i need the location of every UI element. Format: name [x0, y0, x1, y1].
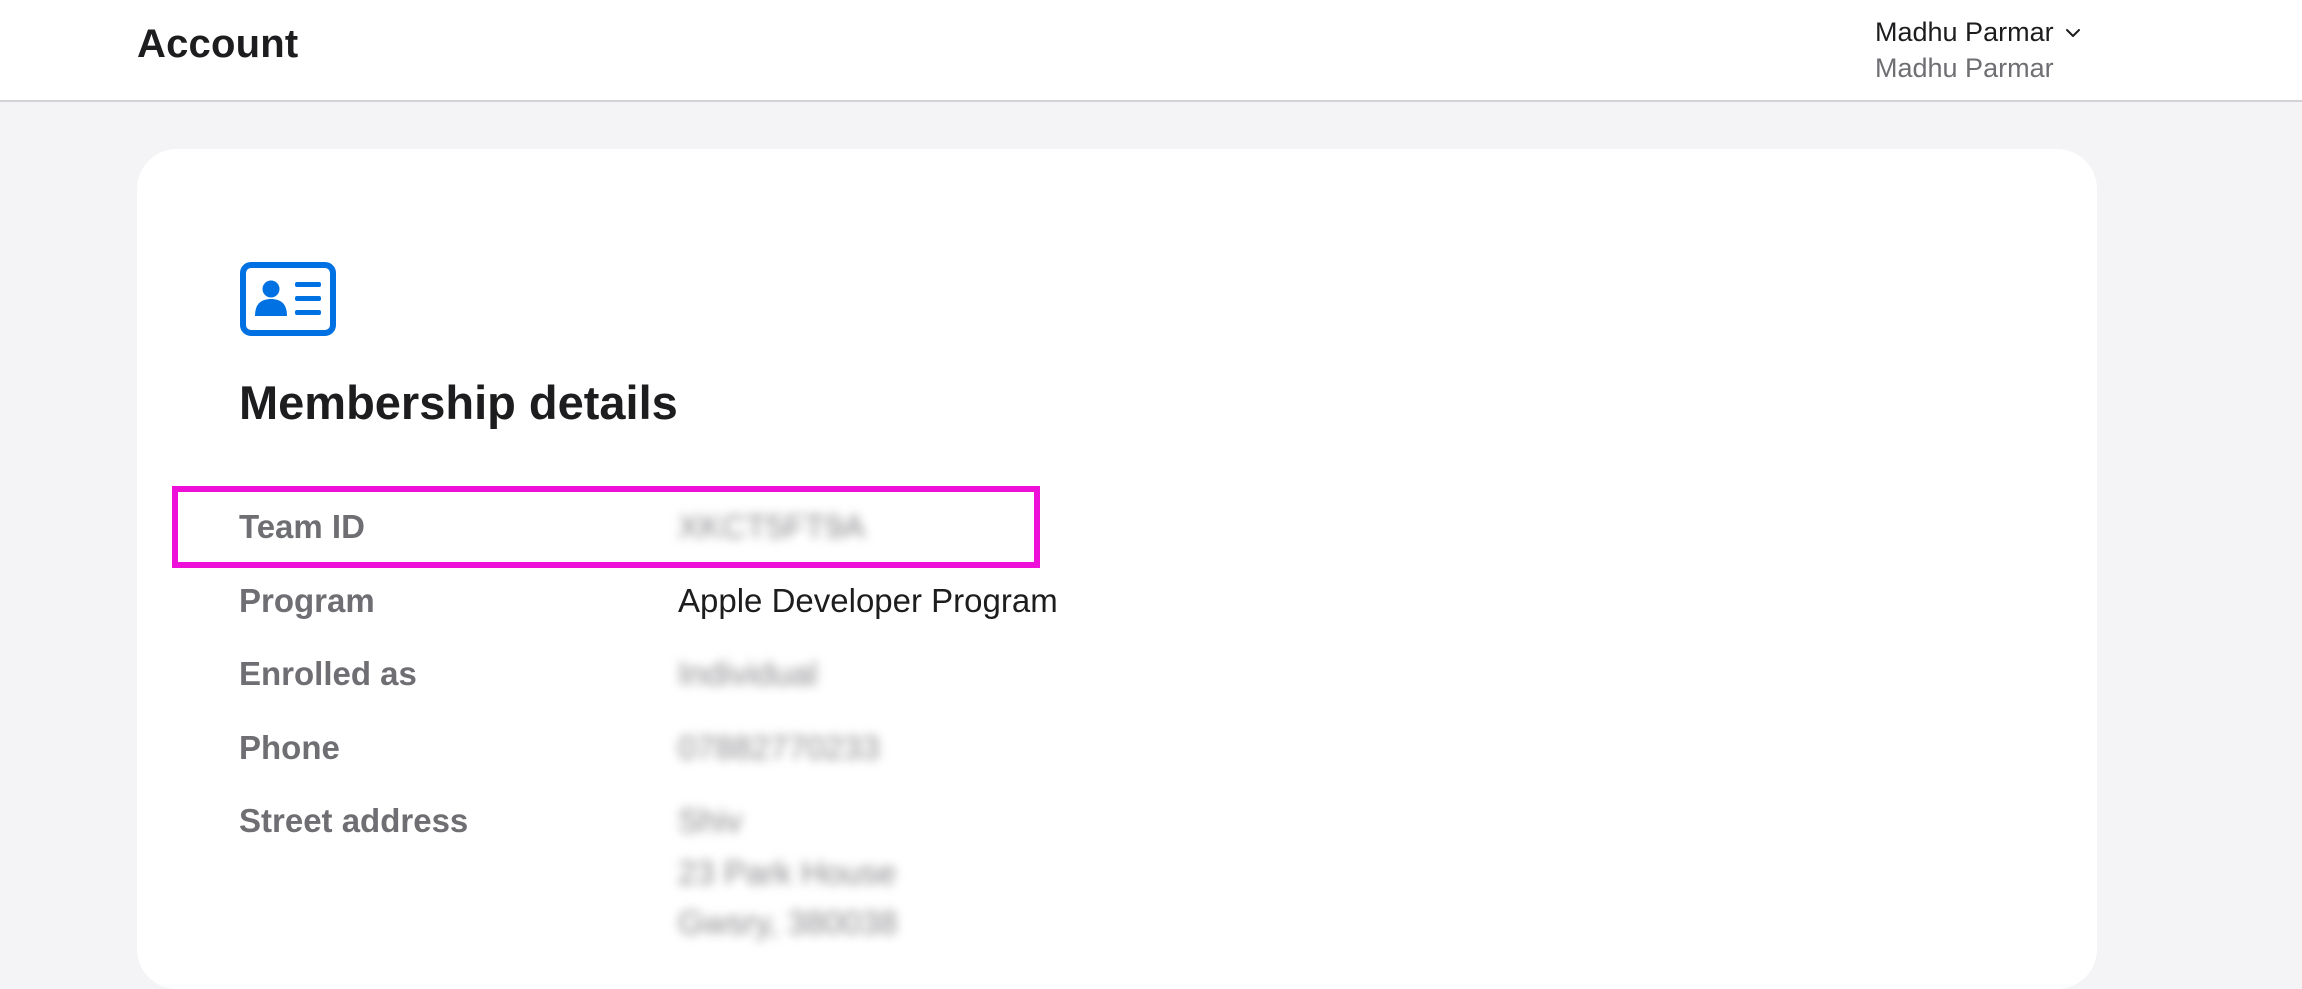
account-menu-button[interactable]: Madhu Parmar Madhu Parmar — [1875, 14, 2082, 86]
program-value: Apple Developer Program — [678, 582, 1058, 619]
chevron-down-icon — [2065, 29, 2080, 37]
section-title: Membership details — [239, 376, 678, 429]
phone-value: 07882770233 — [678, 729, 880, 766]
top-navigation-bar: Account Madhu Parmar Madhu Parmar — [0, 0, 2302, 102]
street-address-line-1: Shiv — [678, 802, 743, 839]
street-address-label: Street address — [239, 802, 469, 839]
account-menu-name[interactable]: Madhu Parmar — [1875, 14, 2082, 50]
user-name-label: Madhu Parmar — [1875, 17, 2054, 47]
membership-card — [137, 149, 2097, 989]
program-label: Program — [239, 582, 375, 619]
street-address-line-2: 23 Park House — [678, 854, 897, 891]
enrolled-as-value: Individual — [678, 655, 818, 692]
page-title: Account — [137, 22, 299, 66]
team-id-highlight-box — [172, 486, 1040, 568]
team-name-label: Madhu Parmar — [1875, 53, 2054, 83]
enrolled-as-label: Enrolled as — [239, 655, 417, 692]
id-card-icon — [240, 262, 336, 336]
street-address-line-3: Gwsry, 380038 — [678, 904, 898, 941]
phone-label: Phone — [239, 729, 340, 766]
